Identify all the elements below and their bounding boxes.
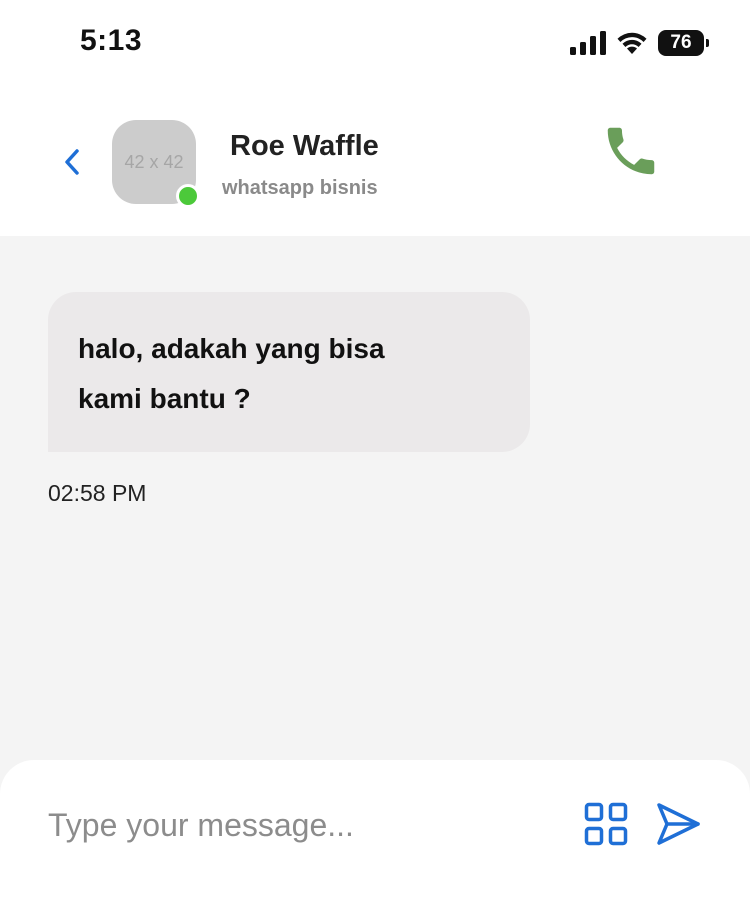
signal-icon — [570, 31, 606, 55]
chevron-left-icon — [65, 149, 79, 175]
online-status-indicator — [176, 184, 200, 208]
message-composer — [0, 760, 750, 914]
avatar-placeholder-label: 42 x 42 — [124, 151, 184, 172]
message-timestamp: 02:58 PM — [48, 480, 147, 506]
wifi-icon — [617, 32, 647, 54]
contact-subtitle: whatsapp bisnis — [222, 177, 378, 199]
chat-header: 42 x 42 Roe Waffle whatsapp bisnis — [0, 88, 750, 236]
contact-name: Roe Waffle — [230, 130, 379, 162]
incoming-message-bubble: halo, adakah yang bisa kami bantu ? — [48, 292, 530, 452]
phone-icon — [607, 127, 655, 175]
message-text: halo, adakah yang bisa kami bantu ? — [78, 333, 385, 414]
battery-icon: 76 — [658, 30, 709, 56]
battery-level: 76 — [670, 32, 692, 53]
chat-screen: 5:13 76 42 x 42 Roe Waffle whatsapp bisn… — [0, 0, 750, 914]
send-icon — [657, 803, 700, 845]
status-time: 5:13 — [80, 24, 143, 57]
attachment-grid-button[interactable] — [584, 802, 628, 846]
message-input[interactable] — [48, 800, 548, 850]
message-list: halo, adakah yang bisa kami bantu ? 02:5… — [0, 236, 750, 760]
call-button[interactable] — [598, 118, 664, 184]
status-bar: 5:13 76 — [0, 0, 750, 88]
grid-icon — [584, 802, 628, 846]
send-button[interactable] — [654, 800, 702, 848]
back-button[interactable] — [58, 146, 86, 178]
status-icons: 76 — [570, 30, 709, 56]
